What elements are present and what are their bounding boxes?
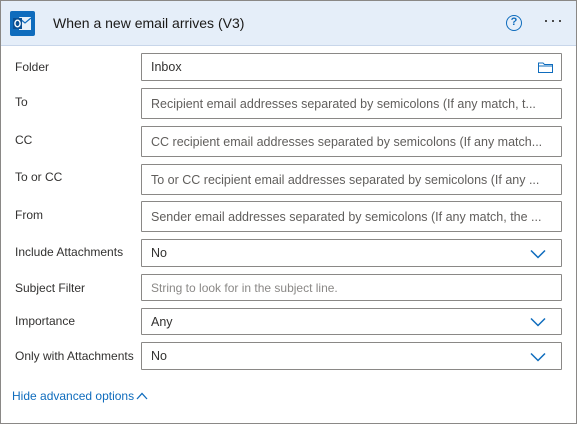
only-with-attachments-value: No	[151, 349, 167, 363]
chevron-down-icon[interactable]	[530, 352, 546, 362]
card-header[interactable]: When a new email arrives (V3) ? ···	[1, 1, 576, 46]
to-or-cc-field[interactable]: To or CC recipient email addresses separ…	[141, 164, 562, 195]
from-placeholder: Sender email addresses separated by semi…	[151, 209, 542, 224]
from-label: From	[15, 208, 43, 222]
folder-value: Inbox	[151, 60, 182, 74]
to-or-cc-label: To or CC	[15, 170, 63, 184]
to-field[interactable]: Recipient email addresses separated by s…	[141, 88, 562, 119]
cc-field[interactable]: CC recipient email addresses separated b…	[141, 126, 562, 157]
chevron-down-icon[interactable]	[530, 249, 546, 259]
cc-placeholder: CC recipient email addresses separated b…	[151, 134, 543, 149]
importance-dropdown[interactable]: Any	[141, 308, 562, 335]
only-with-attachments-label: Only with Attachments	[15, 349, 134, 363]
to-placeholder: Recipient email addresses separated by s…	[151, 96, 536, 111]
subject-filter-label: Subject Filter	[15, 281, 86, 295]
from-field[interactable]: Sender email addresses separated by semi…	[141, 201, 562, 232]
to-or-cc-placeholder: To or CC recipient email addresses separ…	[151, 172, 540, 187]
folder-icon[interactable]	[538, 62, 553, 73]
importance-value: Any	[151, 314, 173, 329]
subject-filter-placeholder: String to look for in the subject line.	[151, 280, 338, 295]
help-icon[interactable]: ?	[506, 15, 522, 31]
subject-filter-field[interactable]: String to look for in the subject line.	[141, 274, 562, 301]
trigger-title: When a new email arrives (V3)	[53, 15, 245, 31]
importance-label: Importance	[15, 314, 76, 328]
more-options-icon[interactable]: ···	[543, 11, 567, 31]
cc-label: CC	[15, 133, 33, 147]
only-with-attachments-dropdown[interactable]: No	[141, 342, 562, 370]
include-attachments-value: No	[151, 246, 167, 260]
include-attachments-label: Include Attachments	[15, 245, 124, 259]
outlook-icon	[10, 11, 35, 36]
include-attachments-dropdown[interactable]: No	[141, 239, 562, 267]
trigger-card: When a new email arrives (V3) ? ··· Fold…	[0, 0, 577, 424]
chevron-up-icon[interactable]	[136, 392, 148, 400]
chevron-down-icon[interactable]	[530, 317, 546, 327]
folder-label: Folder	[15, 60, 50, 74]
folder-field[interactable]: Inbox	[141, 53, 562, 81]
to-label: To	[15, 95, 28, 109]
hide-advanced-options-link[interactable]: Hide advanced options	[12, 389, 134, 403]
